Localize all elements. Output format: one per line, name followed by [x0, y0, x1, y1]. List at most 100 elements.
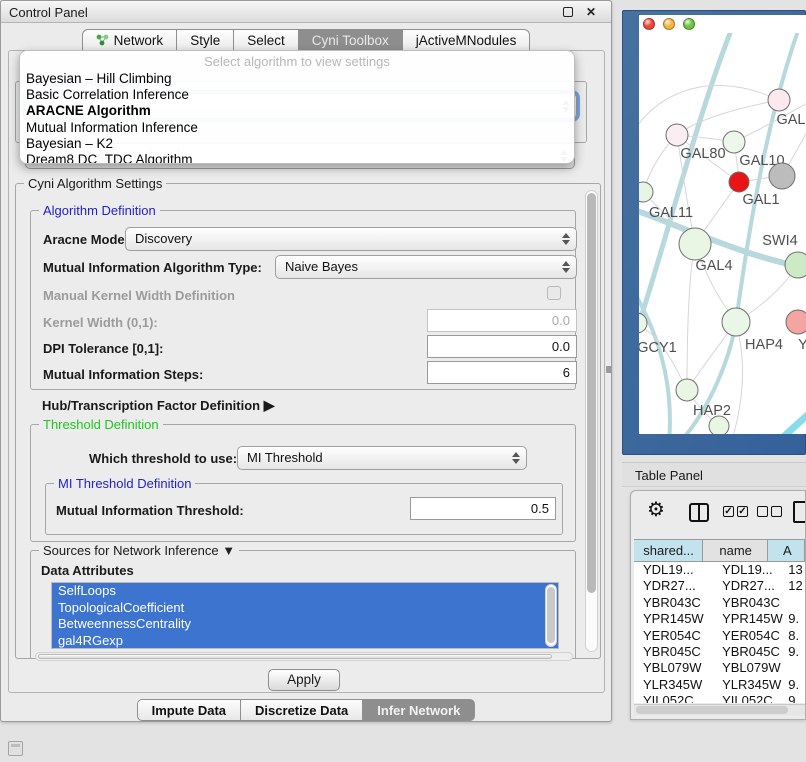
network-node-gal10[interactable]	[723, 131, 745, 153]
table-cell: YBR043C	[712, 595, 785, 611]
network-node-gal1[interactable]	[729, 172, 749, 192]
network-node[interactable]	[709, 416, 729, 434]
data-attribute-item[interactable]: SelfLoops	[52, 583, 558, 600]
aracne-mode-label: Aracne Mode:	[43, 232, 129, 247]
deselect-all-columns-icon[interactable]	[757, 506, 782, 517]
attributes-list-scrollbar[interactable]	[545, 584, 557, 647]
algorithm-option[interactable]: Mutual Information Inference	[25, 120, 569, 136]
algorithm-option[interactable]: Dream8 DC_TDC Algorithm	[25, 152, 569, 164]
close-icon[interactable]: ✕	[585, 6, 597, 18]
new-table-icon[interactable]	[793, 501, 806, 523]
threshold-definition-group: Threshold Definition Which threshold to …	[30, 424, 576, 542]
node-label: GAL80	[680, 146, 725, 162]
network-canvas-area[interactable]: GALGAL80GAL10GAL1GAL11GAL4SWI4GCY1HAP4YH…	[639, 15, 806, 434]
table-row[interactable]: YBR045CYBR045C9.	[634, 644, 805, 660]
settings-scrollbar[interactable]	[585, 190, 598, 652]
mi-type-value: Naive Bayes	[285, 259, 358, 274]
mi-threshold-field[interactable]: 0.5	[410, 497, 556, 520]
column-header-name[interactable]: name	[703, 540, 768, 561]
tab-network[interactable]: Network	[82, 29, 178, 51]
zoom-traffic-light-icon[interactable]	[683, 18, 695, 30]
scrollbar-thumb[interactable]	[636, 706, 788, 714]
dpi-tolerance-field[interactable]: 0.0	[427, 335, 577, 358]
algorithm-option[interactable]: Bayesian – K2	[25, 136, 569, 152]
algorithm-option[interactable]: Basic Correlation Inference	[25, 87, 569, 103]
sources-group-title[interactable]: Sources for Network Inference ▼	[39, 543, 239, 558]
network-node-hap2[interactable]	[676, 379, 698, 401]
gear-icon[interactable]: ⚙	[647, 500, 665, 520]
table-cell: YER054C	[712, 628, 785, 644]
tab-style[interactable]: Style	[177, 29, 234, 51]
column-header-a[interactable]: A	[768, 540, 805, 561]
mi-steps-field[interactable]: 6	[427, 361, 577, 384]
panel-splitter-handle[interactable]	[606, 366, 612, 373]
which-threshold-combo[interactable]: MI Threshold	[237, 446, 527, 470]
network-node-gal11[interactable]	[639, 182, 653, 202]
table-hscrollbar[interactable]	[634, 704, 805, 715]
aracne-mode-combo[interactable]: Discovery	[125, 227, 577, 251]
network-node-y[interactable]	[786, 310, 806, 334]
column-header-shared[interactable]: shared...	[634, 540, 703, 561]
dpi-tolerance-label: DPI Tolerance [0,1]:	[43, 341, 163, 356]
hub-definition-text: Hub/Transcription Factor Definition	[42, 398, 260, 413]
algorithm-option[interactable]: Bayesian – Hill Climbing	[25, 71, 569, 87]
minimized-panel-icon[interactable]	[8, 741, 23, 756]
hub-definition-label[interactable]: Hub/Transcription Factor Definition ▶	[42, 397, 275, 414]
network-node-gal80[interactable]	[666, 124, 688, 146]
table-row[interactable]: YPR145WYPR145W9.	[634, 611, 805, 627]
network-node-hap4[interactable]	[722, 308, 750, 336]
float-icon[interactable]	[563, 7, 573, 17]
table-row[interactable]: YLR345WYLR345W9.	[634, 677, 805, 693]
combo-arrows-icon	[561, 260, 570, 274]
checked-box-icon: ✓	[723, 506, 734, 517]
network-node-swi4[interactable]	[785, 252, 806, 278]
minimize-traffic-light-icon[interactable]	[663, 18, 675, 30]
split-columns-icon[interactable]	[689, 503, 709, 522]
tab-impute-data[interactable]: Impute Data	[137, 699, 241, 721]
tab-cyni-toolbox[interactable]: Cyni Toolbox	[299, 29, 403, 51]
close-traffic-light-icon[interactable]	[643, 18, 655, 30]
table-row[interactable]: YIL052CYIL052C9.	[634, 693, 805, 703]
mi-type-combo[interactable]: Naive Bayes	[275, 255, 577, 279]
node-label: GAL	[776, 112, 805, 128]
data-attribute-item[interactable]: gal4RGexp	[52, 633, 558, 650]
collapse-arrow-icon[interactable]: ▼	[222, 543, 235, 558]
table-row[interactable]: YDR27...YDR27...12	[634, 578, 805, 594]
tab-select[interactable]: Select	[234, 29, 299, 51]
tab-discretize-data[interactable]: Discretize Data	[241, 699, 363, 721]
expand-arrow-icon[interactable]: ▶	[264, 397, 275, 413]
network-graph[interactable]: GALGAL80GAL10GAL1GAL11GAL4SWI4GCY1HAP4YH…	[639, 33, 806, 434]
kernel-width-field[interactable]: 0.0	[427, 309, 577, 332]
scrollbar-thumb[interactable]	[38, 654, 552, 659]
mi-threshold-group: MI Threshold Definition Mutual Informati…	[45, 483, 563, 535]
network-node-gal[interactable]	[768, 89, 790, 111]
table-cell: 8.	[785, 628, 805, 644]
settings-group-title: Cyni Algorithm Settings	[24, 176, 166, 191]
network-node-gal4[interactable]	[679, 228, 711, 260]
which-threshold-value: MI Threshold	[247, 450, 323, 465]
table-toolbar: ⚙ ✓ ✓	[631, 491, 805, 535]
table-row[interactable]: YER054CYER054C8.	[634, 628, 805, 644]
select-all-columns-icon[interactable]: ✓ ✓	[723, 506, 748, 517]
data-attribute-item[interactable]: BetweennessCentrality	[52, 616, 558, 633]
manual-kernel-checkbox[interactable]	[547, 286, 561, 300]
table-panel-titlebar: Table Panel	[622, 462, 806, 487]
algorithm-option[interactable]: ARACNE Algorithm	[25, 103, 569, 119]
node-label: GAL1	[742, 192, 779, 208]
tab-jactivemnodules[interactable]: jActiveMNodules	[403, 29, 531, 51]
data-attributes-list[interactable]: SelfLoopsTopologicalCoefficientBetweenne…	[51, 582, 559, 649]
scrollbar-thumb[interactable]	[587, 193, 596, 593]
table-cell: YLR345W	[634, 677, 712, 693]
table-cell: 13	[785, 562, 805, 578]
table-cell: 9.	[785, 677, 805, 693]
scrollbar-thumb[interactable]	[547, 587, 555, 643]
tab-infer-network[interactable]: Infer Network	[363, 699, 475, 721]
table-row[interactable]: YDL19...YDL19...13	[634, 562, 805, 578]
attributes-hscrollbar[interactable]	[35, 652, 573, 661]
table-cell: 9.	[785, 611, 805, 627]
data-attribute-item[interactable]: TopologicalCoefficient	[52, 600, 558, 617]
table-row[interactable]: YBR043CYBR043C	[634, 595, 805, 611]
apply-button[interactable]: Apply	[268, 669, 340, 691]
table-row[interactable]: YBL079WYBL079W	[634, 660, 805, 676]
network-node[interactable]	[769, 163, 795, 189]
